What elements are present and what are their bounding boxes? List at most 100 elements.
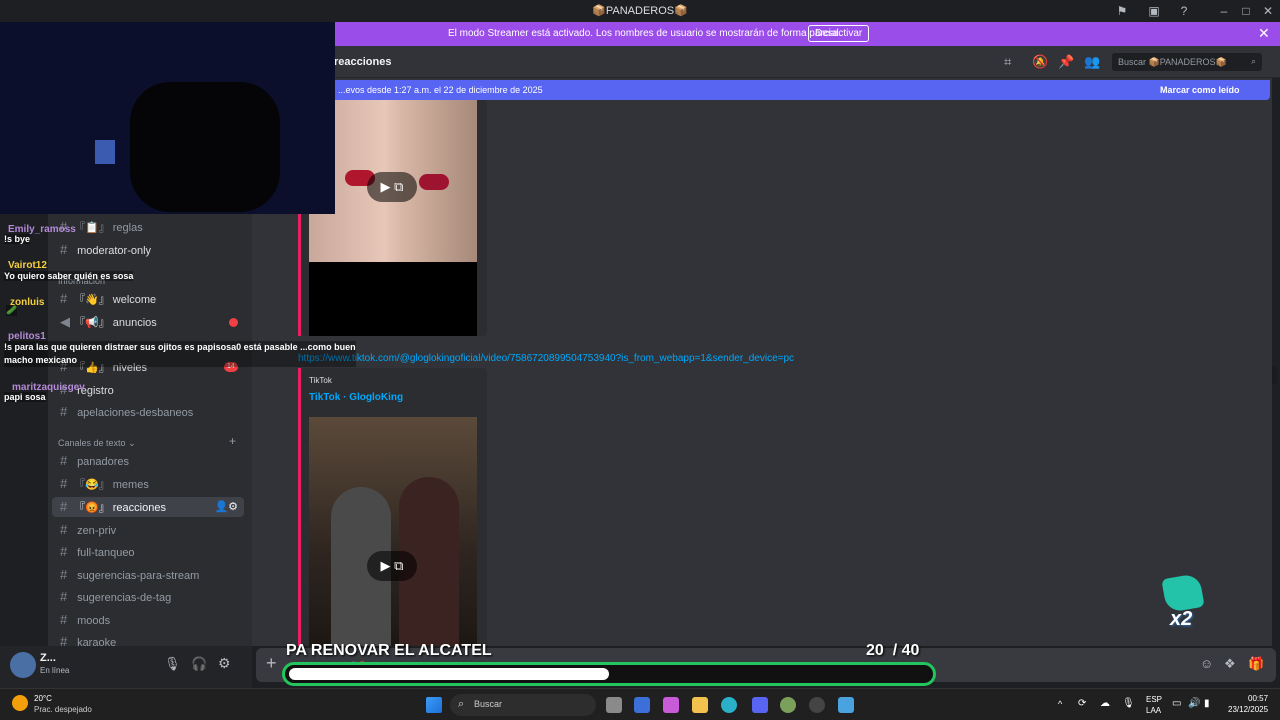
mute-icon[interactable]: 🔕: [1032, 54, 1048, 70]
close-window-icon[interactable]: ✕: [1260, 3, 1276, 19]
sidebar-item-moods[interactable]: # moods: [52, 610, 244, 630]
language-bottom[interactable]: LAA: [1146, 706, 1161, 715]
screen-icon[interactable]: ▣: [1146, 3, 1162, 19]
banner-text: El modo Streamer está activado. Los nomb…: [448, 28, 842, 39]
obs-icon[interactable]: [809, 697, 825, 713]
mark-read-button[interactable]: Marcar como leído: [1160, 85, 1240, 95]
goal-current: 20: [866, 642, 884, 659]
embed-title[interactable]: TikTok · GlogloKing: [309, 392, 403, 403]
sidebar-item-apelaciones[interactable]: # apelaciones-desbaneos: [52, 402, 244, 422]
sidebar-item-anuncios[interactable]: ◀ 『📢』 anuncios: [52, 312, 244, 332]
search-input[interactable]: Buscar 📦PANADEROS📦 ⌕: [1112, 53, 1262, 71]
battery-icon[interactable]: ▮: [1204, 698, 1210, 709]
sidebar-item-moderator-only[interactable]: # moderator-only: [52, 240, 244, 260]
channel-label: moderator-only: [77, 245, 152, 257]
hash-icon: #: [60, 522, 68, 537]
mic-icon[interactable]: 🎙: [1122, 698, 1135, 709]
play-icon[interactable]: ▶ ⧉: [367, 551, 417, 581]
search-icon: ⌕: [1250, 56, 1256, 66]
channel-label: panadores: [77, 456, 130, 468]
goal-count: 20 / 40: [866, 642, 919, 660]
sidebar-item-reglas[interactable]: # 『📋』 reglas: [52, 217, 244, 237]
sidebar-item-panadores[interactable]: # panadores: [52, 451, 244, 471]
photos-icon[interactable]: [838, 697, 854, 713]
chevron-up-icon[interactable]: ^: [1058, 699, 1062, 709]
channel-label: reglas: [112, 222, 143, 234]
minimize-icon[interactable]: –: [1216, 3, 1232, 19]
user-name: Z...: [40, 652, 56, 664]
store-icon[interactable]: [634, 697, 650, 713]
sidebar-item-zen-priv[interactable]: # zen-priv: [52, 520, 244, 540]
stream-camera: [0, 22, 335, 214]
hash-icon: #: [60, 634, 68, 646]
task-view-icon[interactable]: [606, 697, 622, 713]
search-icon: ⌕: [458, 698, 465, 710]
disable-streamer-button[interactable]: Desactivar: [808, 25, 870, 42]
chat-message: 🥒: [6, 305, 18, 316]
windows-start-icon[interactable]: [426, 697, 442, 713]
volume-icon[interactable]: 🔊: [1188, 698, 1200, 709]
taskbar-search[interactable]: ⌕ Buscar: [450, 694, 596, 716]
chat-message: Yo quiero saber quién es sosa: [4, 271, 134, 281]
camera-figure: [130, 82, 280, 212]
file-explorer-icon[interactable]: [692, 697, 708, 713]
maximize-icon[interactable]: □: [1238, 3, 1254, 19]
network-icon[interactable]: ▭: [1172, 698, 1181, 709]
threads-icon[interactable]: ⌗: [1004, 54, 1011, 70]
category-canales-texto[interactable]: Canales de texto ⌄: [58, 438, 136, 449]
invite-icon[interactable]: 👤⚙: [214, 497, 238, 517]
members-icon[interactable]: 👥: [1084, 54, 1100, 70]
headphones-icon[interactable]: 🎧: [191, 656, 207, 672]
sidebar-item-karaoke[interactable]: # karaoke: [52, 632, 244, 646]
cloud-icon[interactable]: ☁: [1100, 698, 1110, 709]
discord-icon[interactable]: [752, 697, 768, 713]
chat-message: papi sosa: [4, 392, 46, 402]
channel-label: welcome: [112, 294, 157, 306]
video-thumbnail[interactable]: ▶ ⧉: [309, 417, 477, 646]
scrollbar-thumb[interactable]: [1272, 366, 1277, 384]
add-attachment-icon[interactable]: +: [266, 653, 277, 674]
sidebar-item-welcome[interactable]: # 『👋』 welcome: [52, 289, 244, 309]
sidebar-item-sugerencias-stream[interactable]: # sugerencias-para-stream: [52, 565, 244, 585]
clock-time[interactable]: 00:57: [1248, 694, 1268, 703]
edge-icon[interactable]: [721, 697, 737, 713]
channel-label: apelaciones-desbaneos: [77, 407, 194, 419]
weather-icon[interactable]: [12, 695, 28, 711]
emoji-icon[interactable]: ☺: [1200, 656, 1213, 671]
taskbar-search-label: Buscar: [474, 699, 503, 709]
sidebar-item-full-tanqueo[interactable]: # full-tanqueo: [52, 542, 244, 562]
clock-date[interactable]: 23/12/2025: [1228, 705, 1268, 714]
goal-title: PA RENOVAR EL ALCATEL: [286, 642, 492, 659]
new-messages-bar[interactable]: ...evos desde 1:27 a.m. el 22 de diciemb…: [258, 80, 1270, 100]
settings-icon[interactable]: ⚙: [218, 655, 231, 672]
gift-icon[interactable]: 🎁: [1248, 656, 1264, 672]
help-icon[interactable]: ?: [1176, 3, 1192, 19]
sync-icon[interactable]: ⟳: [1078, 698, 1086, 709]
channel-emoji: 『📢』: [74, 317, 110, 329]
sidebar-item-memes[interactable]: # 『😂』 memes: [52, 474, 244, 494]
apps-icon[interactable]: ❖: [1224, 656, 1236, 672]
hash-icon: #: [60, 499, 68, 514]
channel-label: memes: [112, 479, 149, 491]
hash-icon: #: [60, 612, 68, 627]
channel-label: moods: [77, 615, 111, 627]
search-placeholder: Buscar 📦PANADEROS📦: [1118, 57, 1227, 67]
close-icon[interactable]: ✕: [1258, 25, 1270, 42]
tiktok-link[interactable]: https://www.tiktok.com/@gloglokingoficia…: [298, 353, 794, 364]
weather-temp: 20°C: [34, 694, 52, 703]
avatar[interactable]: [10, 652, 36, 678]
language-top[interactable]: ESP: [1146, 695, 1162, 704]
pin-icon[interactable]: 📌: [1058, 54, 1074, 70]
inbox-icon[interactable]: ⚑: [1114, 3, 1130, 19]
channel-emoji: 『😂』: [74, 479, 110, 491]
channel-label: sugerencias-para-stream: [77, 570, 200, 582]
add-channel-icon[interactable]: +: [229, 434, 236, 448]
sidebar-item-sugerencias-tag[interactable]: # sugerencias-de-tag: [52, 587, 244, 607]
sidebar-item-reacciones[interactable]: # 『😡』 reacciones 👤⚙: [52, 497, 244, 517]
camera-light: [95, 140, 115, 164]
play-icon[interactable]: ▶ ⧉: [367, 172, 417, 202]
app-icon[interactable]: [780, 697, 796, 713]
mic-icon[interactable]: 🎙: [164, 656, 181, 672]
video-letterbox: [309, 262, 477, 336]
copilot-icon[interactable]: [663, 697, 679, 713]
